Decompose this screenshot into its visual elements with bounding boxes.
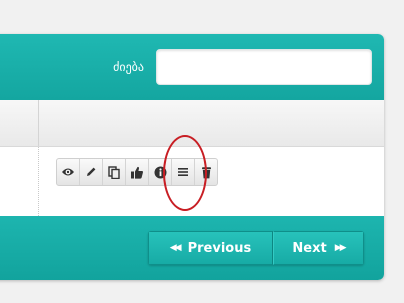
- list-icon: [178, 168, 188, 176]
- view-button[interactable]: [57, 159, 80, 185]
- edit-button[interactable]: [80, 159, 103, 185]
- data-table-panel: ძიება ◀◀ Previous Next ▶▶: [0, 34, 384, 280]
- pencil-icon: [87, 167, 96, 176]
- trash-icon: [201, 166, 211, 178]
- copy-button[interactable]: [103, 159, 126, 185]
- next-button[interactable]: Next ▶▶: [273, 231, 364, 265]
- like-button[interactable]: [126, 159, 149, 185]
- thumbs-up-icon: [131, 166, 143, 179]
- double-right-arrow-icon: ▶▶: [334, 243, 347, 253]
- info-icon: [154, 166, 166, 178]
- table-footer-bar: ◀◀ Previous Next ▶▶: [0, 216, 384, 280]
- column-headers: [0, 100, 384, 147]
- previous-button[interactable]: ◀◀ Previous: [148, 231, 273, 265]
- eye-icon: [62, 168, 74, 176]
- column-divider: [38, 100, 39, 146]
- delete-button[interactable]: [195, 159, 217, 185]
- search-label: ძიება: [113, 60, 144, 74]
- table-header-bar: ძიება: [0, 34, 384, 100]
- search-input[interactable]: [156, 49, 372, 85]
- menu-button[interactable]: [172, 159, 195, 185]
- next-label: Next: [292, 240, 327, 256]
- pagination: ◀◀ Previous Next ▶▶: [148, 231, 364, 265]
- copy-icon: [108, 165, 120, 179]
- row-action-toolbar: [56, 158, 218, 186]
- previous-label: Previous: [187, 240, 252, 256]
- double-left-arrow-icon: ◀◀: [169, 243, 182, 253]
- column-divider: [38, 147, 39, 216]
- info-button[interactable]: [149, 159, 172, 185]
- table-row: [0, 147, 384, 216]
